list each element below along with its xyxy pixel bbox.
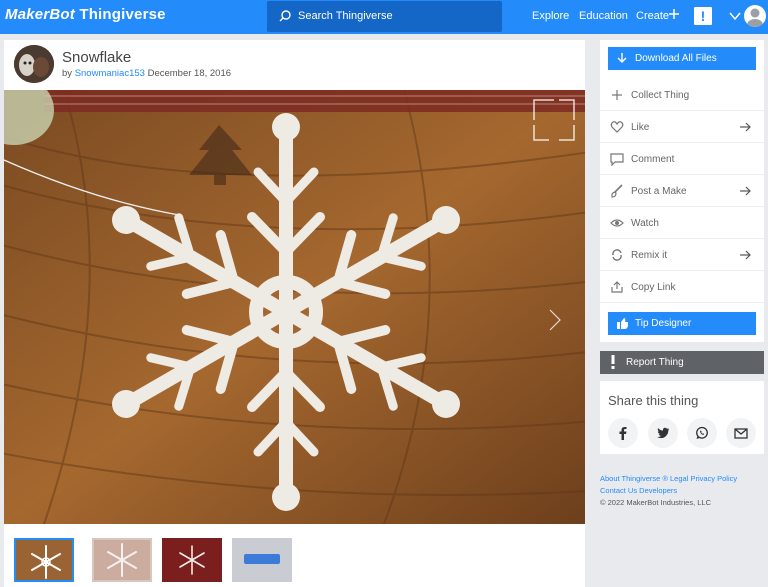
- share-whatsapp-button[interactable]: [687, 418, 717, 448]
- create-plus-icon[interactable]: [668, 8, 680, 20]
- post-a-make-label: Post a Make: [631, 186, 687, 197]
- search-input[interactable]: Search Thingiverse: [267, 1, 502, 32]
- alert-icon[interactable]: !: [694, 7, 712, 25]
- download-all-files-button[interactable]: Download All Files: [608, 47, 756, 70]
- heart-icon: [610, 121, 624, 133]
- thumb-snowflake-red[interactable]: [162, 538, 222, 582]
- plus-icon: [612, 90, 622, 100]
- remix-icon: [612, 249, 622, 261]
- share-panel: Share this thing: [600, 381, 764, 454]
- copyright: © 2022 MakerBot Industries, LLC: [600, 498, 711, 507]
- page-title: Snowflake: [62, 49, 132, 66]
- chevron-down-icon[interactable]: [729, 11, 741, 21]
- top-nav-bar: MakerBot Thingiverse Search Thingiverse …: [0, 0, 768, 34]
- user-avatar-icon[interactable]: [744, 5, 766, 27]
- search-icon: [279, 10, 291, 22]
- share-twitter-button[interactable]: [648, 418, 678, 448]
- tip-designer-label: Tip Designer: [635, 318, 692, 329]
- byline: by Snowmaniac153 December 18, 2016: [62, 68, 231, 79]
- eye-icon: [610, 219, 624, 227]
- thumb-text-print[interactable]: [232, 538, 292, 582]
- thumb-snowflake-window[interactable]: [92, 538, 152, 582]
- collect-thing-button[interactable]: Collect Thing: [600, 79, 764, 111]
- thumb-snowflake-wood[interactable]: [14, 538, 74, 582]
- actions-panel: Download All Files Collect Thing Like Co…: [600, 40, 764, 342]
- facebook-icon: [619, 427, 627, 440]
- share-facebook-button[interactable]: [608, 418, 638, 448]
- byline-by: by: [62, 68, 73, 79]
- copy-link-label: Copy Link: [631, 282, 676, 293]
- watch-label: Watch: [631, 218, 659, 229]
- comment-button[interactable]: Comment: [600, 143, 764, 175]
- share-icon: [611, 281, 623, 293]
- main-thing-image[interactable]: [4, 90, 585, 524]
- download-label: Download All Files: [635, 53, 717, 64]
- author-avatar[interactable]: [14, 45, 54, 83]
- share-title: Share this thing: [608, 393, 699, 408]
- nav-explore[interactable]: Explore: [532, 10, 569, 22]
- download-icon: [617, 53, 627, 63]
- watch-button[interactable]: Watch: [600, 207, 764, 239]
- collect-thing-label: Collect Thing: [631, 90, 690, 101]
- thumbnail-strip: [4, 535, 585, 587]
- makerbot-thingiverse-logo[interactable]: MakerBot Thingiverse: [5, 6, 166, 23]
- report-thing-label: Report Thing: [626, 357, 684, 368]
- arrow-right-icon: [740, 122, 751, 132]
- alert-icon: [611, 355, 615, 369]
- copy-link-button[interactable]: Copy Link: [600, 271, 764, 303]
- footer-links-line2[interactable]: Contact Us Developers: [600, 485, 764, 497]
- thumbs-up-icon: [617, 318, 628, 329]
- tip-designer-button[interactable]: Tip Designer: [608, 312, 756, 335]
- footer-links-line1[interactable]: About Thingiverse ® Legal Privacy Policy: [600, 473, 764, 485]
- brush-icon: [611, 184, 623, 198]
- comment-icon: [610, 153, 624, 166]
- publish-date: December 18, 2016: [147, 68, 232, 79]
- arrow-right-icon: [740, 186, 751, 196]
- report-thing-button[interactable]: Report Thing: [600, 351, 764, 374]
- whatsapp-icon: [696, 426, 708, 439]
- arrow-right-icon: [740, 250, 751, 260]
- logo-thingiverse: Thingiverse: [79, 6, 166, 23]
- remix-it-button[interactable]: Remix it: [600, 239, 764, 271]
- like-button[interactable]: Like: [600, 111, 764, 143]
- thing-main-panel: Snowflake by Snowmaniac153 December 18, …: [4, 40, 585, 587]
- post-a-make-button[interactable]: Post a Make: [600, 175, 764, 207]
- like-label: Like: [631, 122, 650, 133]
- nav-education[interactable]: Education: [579, 10, 628, 22]
- logo-makerbot: MakerBot: [5, 6, 75, 23]
- mail-icon: [734, 428, 748, 439]
- search-placeholder: Search Thingiverse: [298, 10, 393, 22]
- footer-links: About Thingiverse ® Legal Privacy Policy…: [600, 473, 764, 509]
- twitter-icon: [657, 427, 669, 439]
- author-link[interactable]: Snowmaniac153: [75, 68, 145, 79]
- nav-create[interactable]: Create: [636, 10, 669, 22]
- remix-it-label: Remix it: [631, 250, 668, 261]
- comment-label: Comment: [631, 154, 675, 165]
- share-email-button[interactable]: [726, 418, 756, 448]
